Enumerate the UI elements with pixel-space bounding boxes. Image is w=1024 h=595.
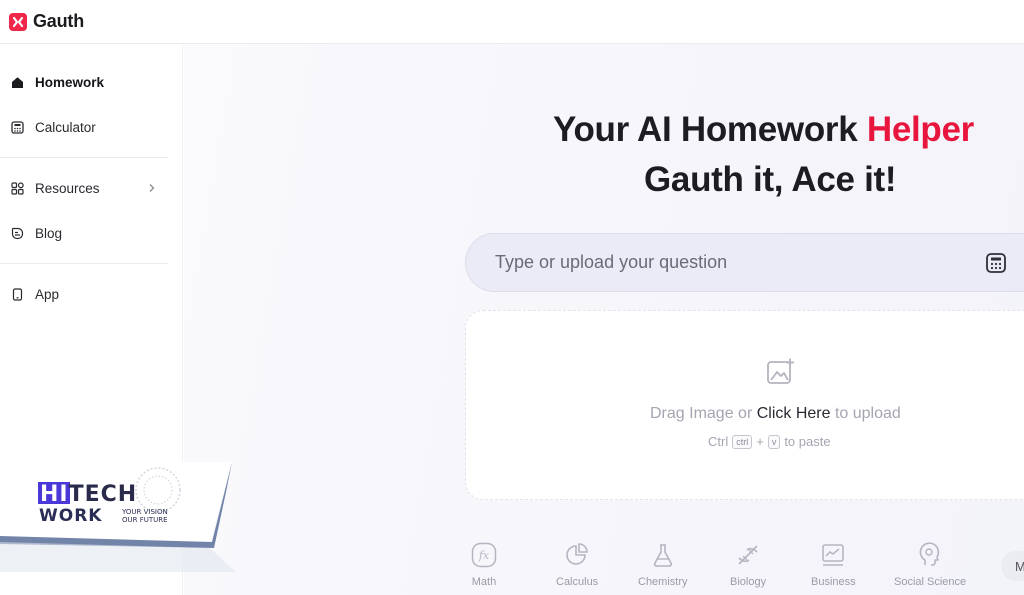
subject-bar: fx Math Calculus Chemistry Biology Busin… bbox=[184, 542, 1024, 595]
main-content: Your AI Homework Helper Gauth it, Ace it… bbox=[184, 44, 1024, 595]
subject-label: Social Science bbox=[894, 576, 967, 588]
pie-chart-icon bbox=[564, 542, 590, 568]
head-icon bbox=[917, 542, 943, 568]
top-header: Gauth bbox=[0, 0, 1024, 44]
paste-hint-suffix: to paste bbox=[784, 434, 831, 449]
sidebar-item-label: Calculator bbox=[35, 119, 96, 135]
subject-chemistry[interactable]: Chemistry bbox=[638, 542, 688, 588]
watermark-hi: HITECH bbox=[40, 482, 137, 507]
sidebar-item-label: App bbox=[35, 286, 60, 302]
watermark-tagline2: OUR FUTURE bbox=[122, 516, 168, 524]
sidebar-item-app[interactable]: App bbox=[0, 277, 168, 311]
subject-label: Math bbox=[471, 576, 497, 588]
hero-title-highlight: Helper bbox=[866, 110, 974, 149]
hitech-work-watermark: HITECH WORK YOUR VISION OUR FUTURE bbox=[0, 462, 240, 574]
subject-label: Business bbox=[811, 576, 856, 588]
subject-business[interactable]: Business bbox=[811, 542, 856, 588]
image-upload-dropzone[interactable]: Drag Image or Click Here to upload Ctrl … bbox=[465, 310, 1024, 500]
subject-biology[interactable]: Biology bbox=[730, 542, 766, 588]
watermark-tagline: YOUR VISION OUR FUTURE bbox=[122, 508, 168, 524]
subject-calculus[interactable]: Calculus bbox=[556, 542, 598, 588]
sidebar-item-blog[interactable]: Blog bbox=[0, 216, 168, 250]
sidebar-item-resources[interactable]: Resources bbox=[0, 171, 168, 205]
upload-text-after: to upload bbox=[830, 405, 901, 422]
phone-icon bbox=[10, 287, 24, 301]
sidebar-item-label: Homework bbox=[35, 74, 105, 90]
sidebar-divider bbox=[0, 157, 168, 158]
home-icon bbox=[10, 75, 24, 89]
hero-title-text: Your AI Homework bbox=[553, 110, 867, 149]
hero-subtitle: Gauth it, Ace it! bbox=[644, 160, 897, 199]
sidebar-item-calculator[interactable]: Calculator bbox=[0, 110, 168, 144]
more-subjects-button[interactable]: M bbox=[1001, 551, 1024, 581]
calculator-button[interactable] bbox=[983, 250, 1009, 276]
grid-icon bbox=[10, 181, 24, 195]
blog-icon bbox=[10, 226, 24, 240]
upload-instructions: Drag Image or Click Here to upload bbox=[650, 405, 901, 423]
watermark-tagline1: YOUR VISION bbox=[122, 508, 168, 516]
plus-sign: + bbox=[756, 434, 764, 449]
hero-title: Your AI Homework Helper bbox=[553, 110, 974, 150]
question-input[interactable] bbox=[495, 252, 955, 273]
ctrl-key: ctrl bbox=[732, 434, 753, 449]
sidebar-item-label: Resources bbox=[35, 180, 100, 196]
fx-icon: fx bbox=[471, 542, 497, 568]
subject-label: Biology bbox=[730, 576, 767, 588]
watermark-line1: HITECH bbox=[40, 482, 138, 507]
question-search-bar[interactable] bbox=[465, 233, 1024, 292]
subject-social-science[interactable]: Social Science bbox=[894, 542, 966, 588]
sidebar-divider bbox=[0, 263, 168, 264]
calculator-icon bbox=[10, 120, 24, 134]
subject-label: Calculus bbox=[556, 576, 599, 588]
svg-text:fx: fx bbox=[478, 549, 490, 562]
add-image-icon bbox=[766, 357, 796, 387]
brand-name[interactable]: Gauth bbox=[33, 11, 84, 32]
sidebar-item-homework[interactable]: Homework bbox=[0, 65, 168, 99]
gauth-logo-icon[interactable] bbox=[9, 12, 27, 31]
subject-label: Chemistry bbox=[638, 576, 688, 588]
upload-text-before: Drag Image or bbox=[650, 405, 757, 422]
subject-math[interactable]: fx Math bbox=[471, 542, 497, 588]
watermark-work: WORK bbox=[39, 506, 103, 526]
dna-icon bbox=[735, 542, 761, 568]
line-chart-icon bbox=[820, 542, 846, 568]
paste-hint: Ctrl ctrl + v to paste bbox=[708, 434, 831, 449]
sidebar-item-label: Blog bbox=[35, 225, 63, 241]
click-here-link[interactable]: Click Here bbox=[757, 405, 831, 422]
v-key: v bbox=[767, 434, 781, 449]
calculator-icon bbox=[986, 253, 1006, 273]
chevron-right-icon bbox=[148, 181, 156, 196]
paste-hint-prefix: Ctrl bbox=[708, 434, 729, 449]
flask-icon bbox=[650, 542, 676, 568]
